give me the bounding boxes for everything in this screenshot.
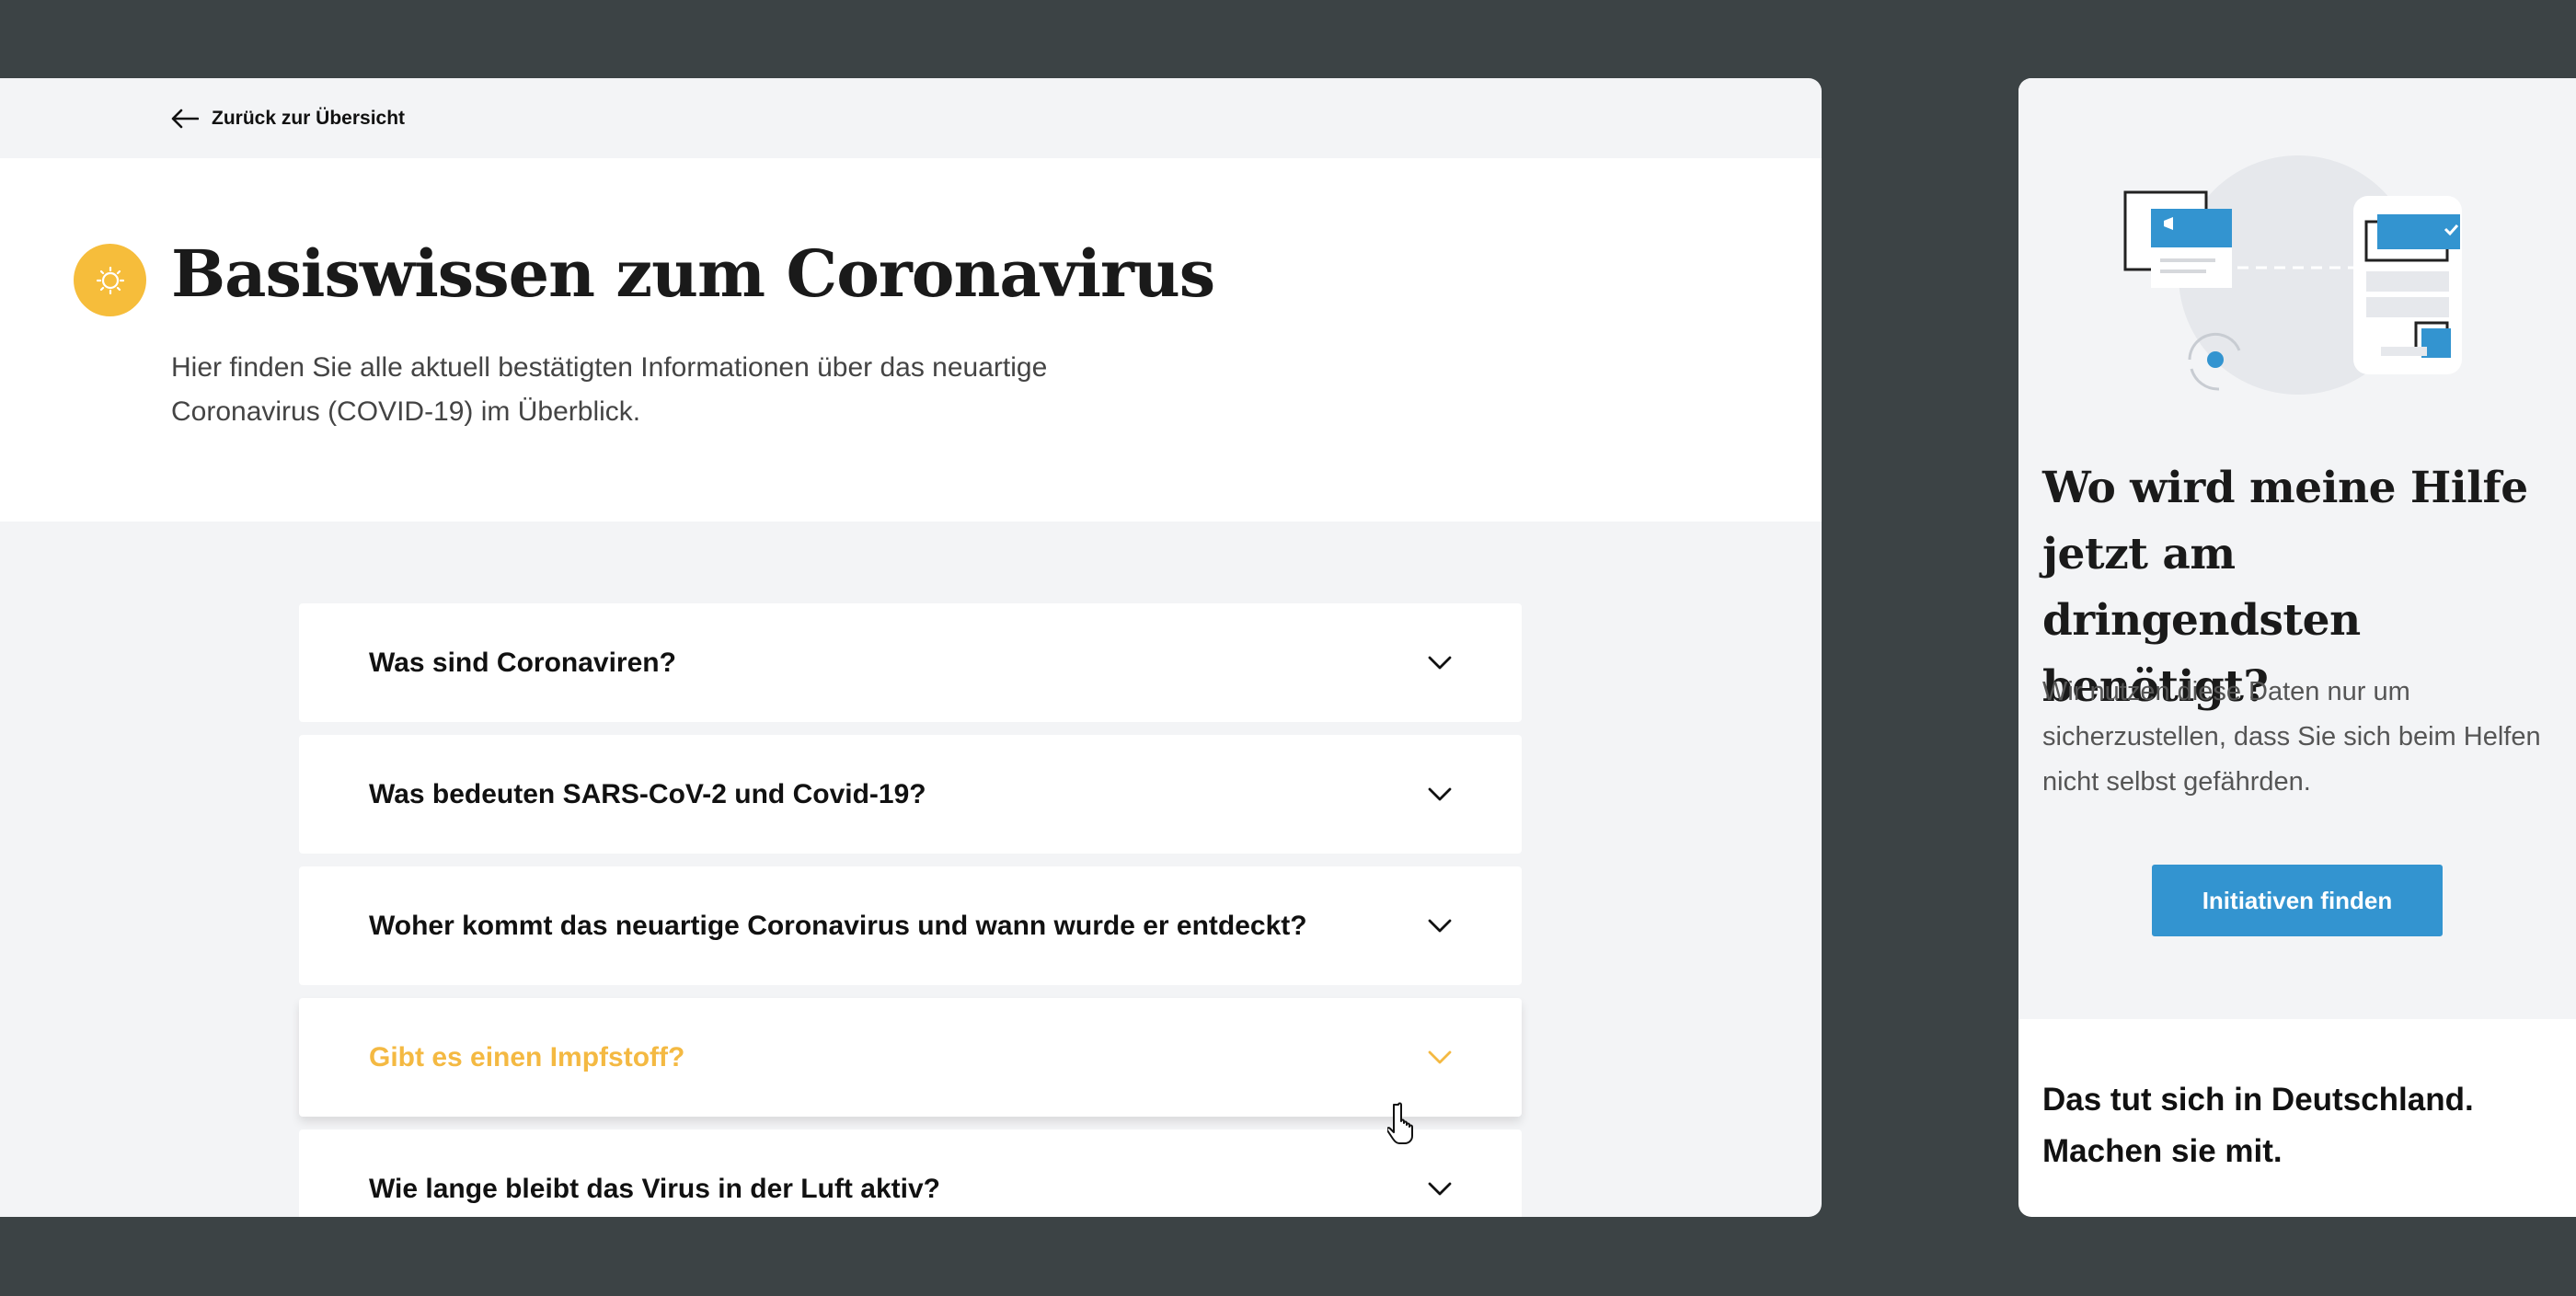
faq-question: Was sind Coronaviren? <box>369 647 676 678</box>
faq-item[interactable]: Was bedeuten SARS-CoV-2 und Covid-19? <box>299 735 1522 854</box>
find-initiatives-button[interactable]: Initiativen finden <box>2152 865 2443 936</box>
back-link[interactable]: Zurück zur Übersicht <box>171 108 405 130</box>
faq-list: Was sind Coronaviren? Was bedeuten SARS-… <box>299 603 1522 1217</box>
help-card: Wo wird meine Hilfe jetzt am dringendste… <box>2018 78 2576 1019</box>
arrow-left-icon <box>171 109 199 128</box>
faq-question: Was bedeuten SARS-CoV-2 und Covid-19? <box>369 778 926 809</box>
sun-icon <box>74 244 146 316</box>
faq-item-hovered[interactable]: Gibt es einen Impfstoff? <box>299 998 1522 1117</box>
chevron-down-icon <box>1428 1182 1452 1195</box>
hero: Basiswissen zum Coronavirus Hier finden … <box>0 158 1822 522</box>
side-panel: Wo wird meine Hilfe jetzt am dringendste… <box>2018 78 2576 1217</box>
faq-item[interactable]: Woher kommt das neuartige Coronavirus un… <box>299 866 1522 985</box>
faq-question: Gibt es einen Impfstoff? <box>369 1041 685 1072</box>
faq-item[interactable]: Was sind Coronaviren? <box>299 603 1522 722</box>
faq-question: Woher kommt das neuartige Coronavirus un… <box>369 910 1307 941</box>
page-description: Hier finden Sie alle aktuell bestätigten… <box>171 352 1048 427</box>
faq-item[interactable]: Wie lange bleibt das Virus in der Luft a… <box>299 1130 1522 1217</box>
chevron-down-icon <box>1428 919 1452 932</box>
page-title: Basiswissen zum Coronavirus <box>171 235 1215 312</box>
faq-question: Wie lange bleibt das Virus in der Luft a… <box>369 1173 940 1204</box>
main-panel: Zurück zur Übersicht Basiswissen zum Cor… <box>0 78 1822 1217</box>
germany-teaser: Das tut sich in Deutschland. Machen sie … <box>2042 1082 2474 1169</box>
help-text: Wir nutzen diese Daten nur um sicherzust… <box>2042 677 2541 797</box>
help-illustration <box>2123 155 2462 395</box>
back-link-label: Zurück zur Übersicht <box>212 107 406 129</box>
hand-cursor-icon <box>1387 1102 1413 1144</box>
chevron-down-icon <box>1428 656 1452 669</box>
topbar: Zurück zur Übersicht <box>0 78 1822 158</box>
chevron-down-icon <box>1428 1050 1452 1063</box>
chevron-down-icon <box>1428 787 1452 800</box>
